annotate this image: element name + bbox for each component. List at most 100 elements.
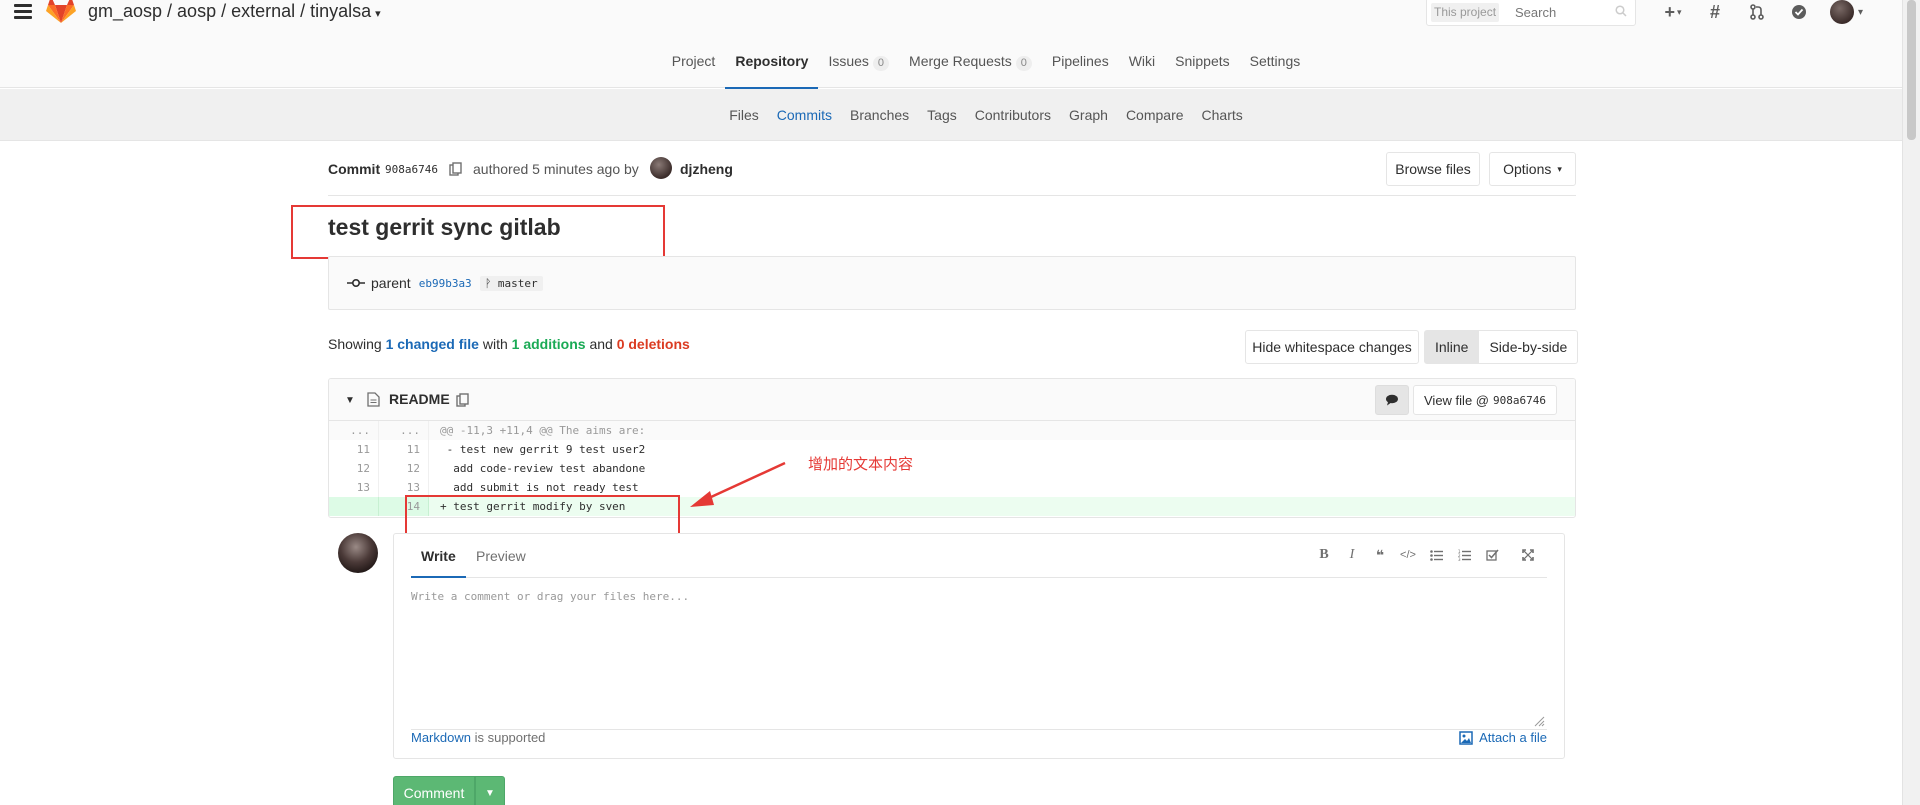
nav-snippets[interactable]: Snippets — [1175, 53, 1229, 89]
merge-requests-count-badge: 0 — [1015, 56, 1032, 71]
annotation-arrow-icon — [690, 461, 786, 507]
subnav-contributors[interactable]: Contributors — [975, 107, 1051, 123]
inline-view-button[interactable]: Inline — [1424, 330, 1480, 364]
copy-path-icon[interactable] — [456, 393, 470, 407]
commit-sha: 908a6746 — [385, 163, 438, 176]
search-input[interactable]: Search — [1515, 5, 1556, 20]
parent-label: parent — [371, 275, 411, 291]
annotation-text: 增加的文本内容 — [808, 455, 914, 473]
commit-label: Commit — [328, 161, 381, 177]
tab-write[interactable]: Write — [411, 548, 466, 578]
hash-icon[interactable]: # — [1704, 1, 1726, 23]
diff-line[interactable]: 12 12 add code-review test abandone — [329, 459, 1575, 478]
options-label: Options — [1503, 161, 1552, 177]
nav-wiki[interactable]: Wiki — [1129, 53, 1155, 89]
view-mode-toggle: Inline Side-by-side — [1424, 330, 1579, 364]
bold-icon[interactable]: B — [1315, 546, 1333, 564]
collapse-caret-icon[interactable]: ▼ — [345, 395, 355, 406]
author-name[interactable]: djzheng — [680, 161, 733, 177]
comment-tabs: Write Preview B I ❝ </> 123 — [411, 534, 1547, 578]
diff-stats: Showing 1 changed file with 1 additions … — [328, 336, 690, 352]
todo-check-icon[interactable] — [1788, 1, 1810, 23]
comment-textarea[interactable]: Write a comment or drag your files here.… — [411, 590, 1547, 730]
current-user-avatar — [338, 533, 378, 573]
markdown-note: Markdown is supported — [411, 730, 546, 745]
numbered-list-icon[interactable]: 123 — [1455, 546, 1473, 564]
view-file-button[interactable]: View file @908a6746 — [1413, 385, 1557, 415]
chevron-down-icon[interactable]: ▾ — [375, 8, 381, 20]
copy-sha-icon[interactable] — [449, 162, 463, 176]
markdown-toolbar: B I ❝ </> 123 — [1305, 546, 1537, 564]
subnav-compare[interactable]: Compare — [1126, 107, 1184, 123]
side-by-side-button[interactable]: Side-by-side — [1479, 330, 1579, 364]
nav-pipelines[interactable]: Pipelines — [1052, 53, 1109, 89]
chevron-down-icon[interactable]: ▼ — [475, 776, 505, 805]
search-scope-badge[interactable]: This project — [1431, 3, 1500, 22]
gitlab-logo-icon[interactable] — [46, 0, 76, 24]
options-button[interactable]: Options ▾ — [1489, 152, 1576, 186]
attach-file-button[interactable]: Attach a file — [1459, 730, 1547, 745]
subnav-tags[interactable]: Tags — [927, 107, 957, 123]
fullscreen-icon[interactable] — [1519, 546, 1537, 564]
subnav-graph[interactable]: Graph — [1069, 107, 1108, 123]
tab-preview[interactable]: Preview — [476, 548, 526, 564]
commit-parent-box: parent eb99b3a3 ᚹ master — [328, 256, 1576, 310]
nav-issues[interactable]: Issues 0 — [828, 53, 890, 89]
nav-project[interactable]: Project — [672, 53, 716, 89]
branch-icon: ᚹ — [484, 276, 498, 290]
parent-sha-link[interactable]: eb99b3a3 — [419, 277, 472, 290]
bullet-list-icon[interactable] — [1427, 546, 1445, 564]
nav-repository[interactable]: Repository — [725, 53, 819, 89]
subnav-commits[interactable]: Commits — [777, 107, 832, 123]
project-path[interactable]: gm_aosp / aosp / external / tinyalsa ▾ — [88, 1, 381, 22]
plus-icon[interactable]: + ▾ — [1662, 1, 1684, 23]
comment-submit-group: Comment ▼ — [393, 776, 505, 805]
merge-request-icon[interactable] — [1746, 1, 1768, 23]
author-avatar[interactable] — [650, 157, 672, 179]
toggle-comments-button[interactable] — [1375, 385, 1409, 415]
comment-button[interactable]: Comment — [393, 776, 475, 805]
diff-line-hunk: ...... @@ -11,3 +11,4 @@ The aims are: — [329, 421, 1575, 440]
branch-label[interactable]: ᚹ master — [479, 275, 543, 291]
user-avatar[interactable] — [1830, 0, 1854, 24]
subnav-files[interactable]: Files — [729, 107, 759, 123]
changed-files-link[interactable]: 1 changed file — [386, 336, 479, 352]
comment-placeholder: Write a comment or drag your files here.… — [411, 590, 690, 603]
scrollbar-thumb[interactable] — [1907, 0, 1916, 140]
page-scrollbar[interactable] — [1902, 0, 1920, 805]
deletions-count: 0 deletions — [616, 336, 690, 352]
file-name[interactable]: README — [389, 391, 450, 407]
file-icon — [367, 392, 380, 407]
quote-icon[interactable]: ❝ — [1371, 546, 1389, 564]
italic-icon[interactable]: I — [1343, 546, 1361, 564]
code-icon[interactable]: </> — [1399, 546, 1417, 564]
comment-form: Write Preview B I ❝ </> 123 Write a comm… — [393, 533, 1565, 759]
authored-text: authored 5 minutes ago by — [473, 161, 639, 177]
subnav-branches[interactable]: Branches — [850, 107, 909, 123]
svg-text:3: 3 — [1458, 557, 1461, 561]
task-list-icon[interactable] — [1483, 546, 1501, 564]
resize-handle-icon[interactable] — [1533, 715, 1545, 727]
menu-icon[interactable] — [14, 4, 32, 20]
commit-info-bar: Commit 908a6746 authored 5 minutes ago b… — [328, 152, 1576, 196]
nav-merge-requests[interactable]: Merge Requests 0 — [909, 53, 1032, 89]
markdown-link[interactable]: Markdown — [411, 730, 471, 745]
hide-whitespace-button[interactable]: Hide whitespace changes — [1245, 330, 1419, 364]
search-field[interactable]: This project Search — [1426, 0, 1636, 26]
subnav-charts[interactable]: Charts — [1202, 107, 1243, 123]
project-path-text[interactable]: gm_aosp / aosp / external / tinyalsa — [88, 1, 371, 21]
diff-line[interactable]: 11 11 - test new gerrit 9 test user2 — [329, 440, 1575, 459]
top-header: gm_aosp / aosp / external / tinyalsa ▾ Th… — [0, 0, 1902, 28]
browse-files-button[interactable]: Browse files — [1386, 152, 1480, 186]
nav-settings[interactable]: Settings — [1250, 53, 1301, 89]
comment-bubble-icon — [1386, 394, 1398, 406]
main-nav: Project Repository Issues 0 Merge Request… — [0, 28, 1902, 89]
sub-nav: Files Commits Branches Tags Contributors… — [0, 89, 1902, 141]
annotation-box-title — [291, 205, 665, 259]
chevron-down-icon[interactable]: ▾ — [1858, 7, 1863, 18]
image-icon — [1459, 730, 1473, 745]
search-icon — [1615, 5, 1627, 17]
header-icons: + ▾ # ▾ — [1662, 0, 1863, 24]
diff-file-header: ▼ README View file @908a6746 — [329, 379, 1575, 421]
commit-node-icon — [347, 278, 365, 288]
